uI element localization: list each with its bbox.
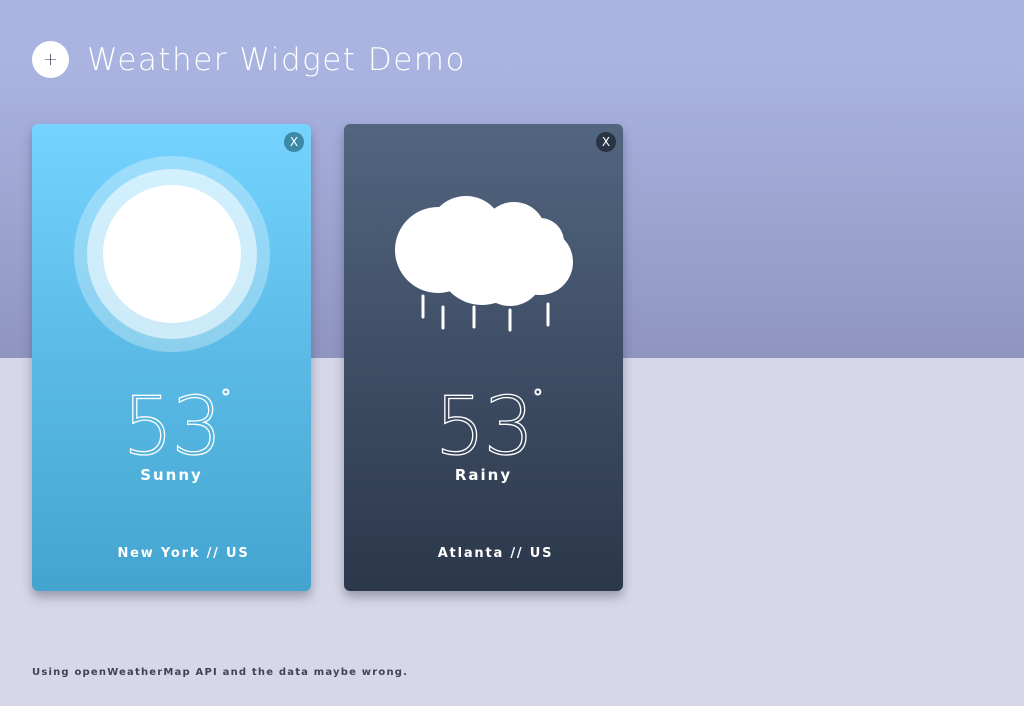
degree-symbol: ° xyxy=(220,386,232,411)
weather-condition: Rainy xyxy=(454,466,513,484)
weather-card-atlanta: X 53 ° Rainy Atlanta // US xyxy=(344,124,623,591)
rain-cloud-icon xyxy=(395,196,573,332)
temperature-value: 53 xyxy=(122,380,223,473)
page-title: Weather Widget Demo xyxy=(87,42,466,78)
temperature: 53 ° xyxy=(344,380,623,473)
location-label: New York // US xyxy=(117,546,250,561)
temperature-value: 53 xyxy=(434,380,535,473)
sun-icon xyxy=(74,156,270,352)
temperature: 53 ° xyxy=(32,380,311,473)
degree-symbol: ° xyxy=(532,386,544,411)
footer-note: Using openWeatherMap API and the data ma… xyxy=(32,667,409,678)
weather-card-new-york: X 53 ° Sunny New York // US xyxy=(32,124,311,591)
weather-condition: Sunny xyxy=(140,466,203,484)
add-widget-button[interactable]: + xyxy=(32,41,69,78)
location-label: Atlanta // US xyxy=(437,546,554,561)
